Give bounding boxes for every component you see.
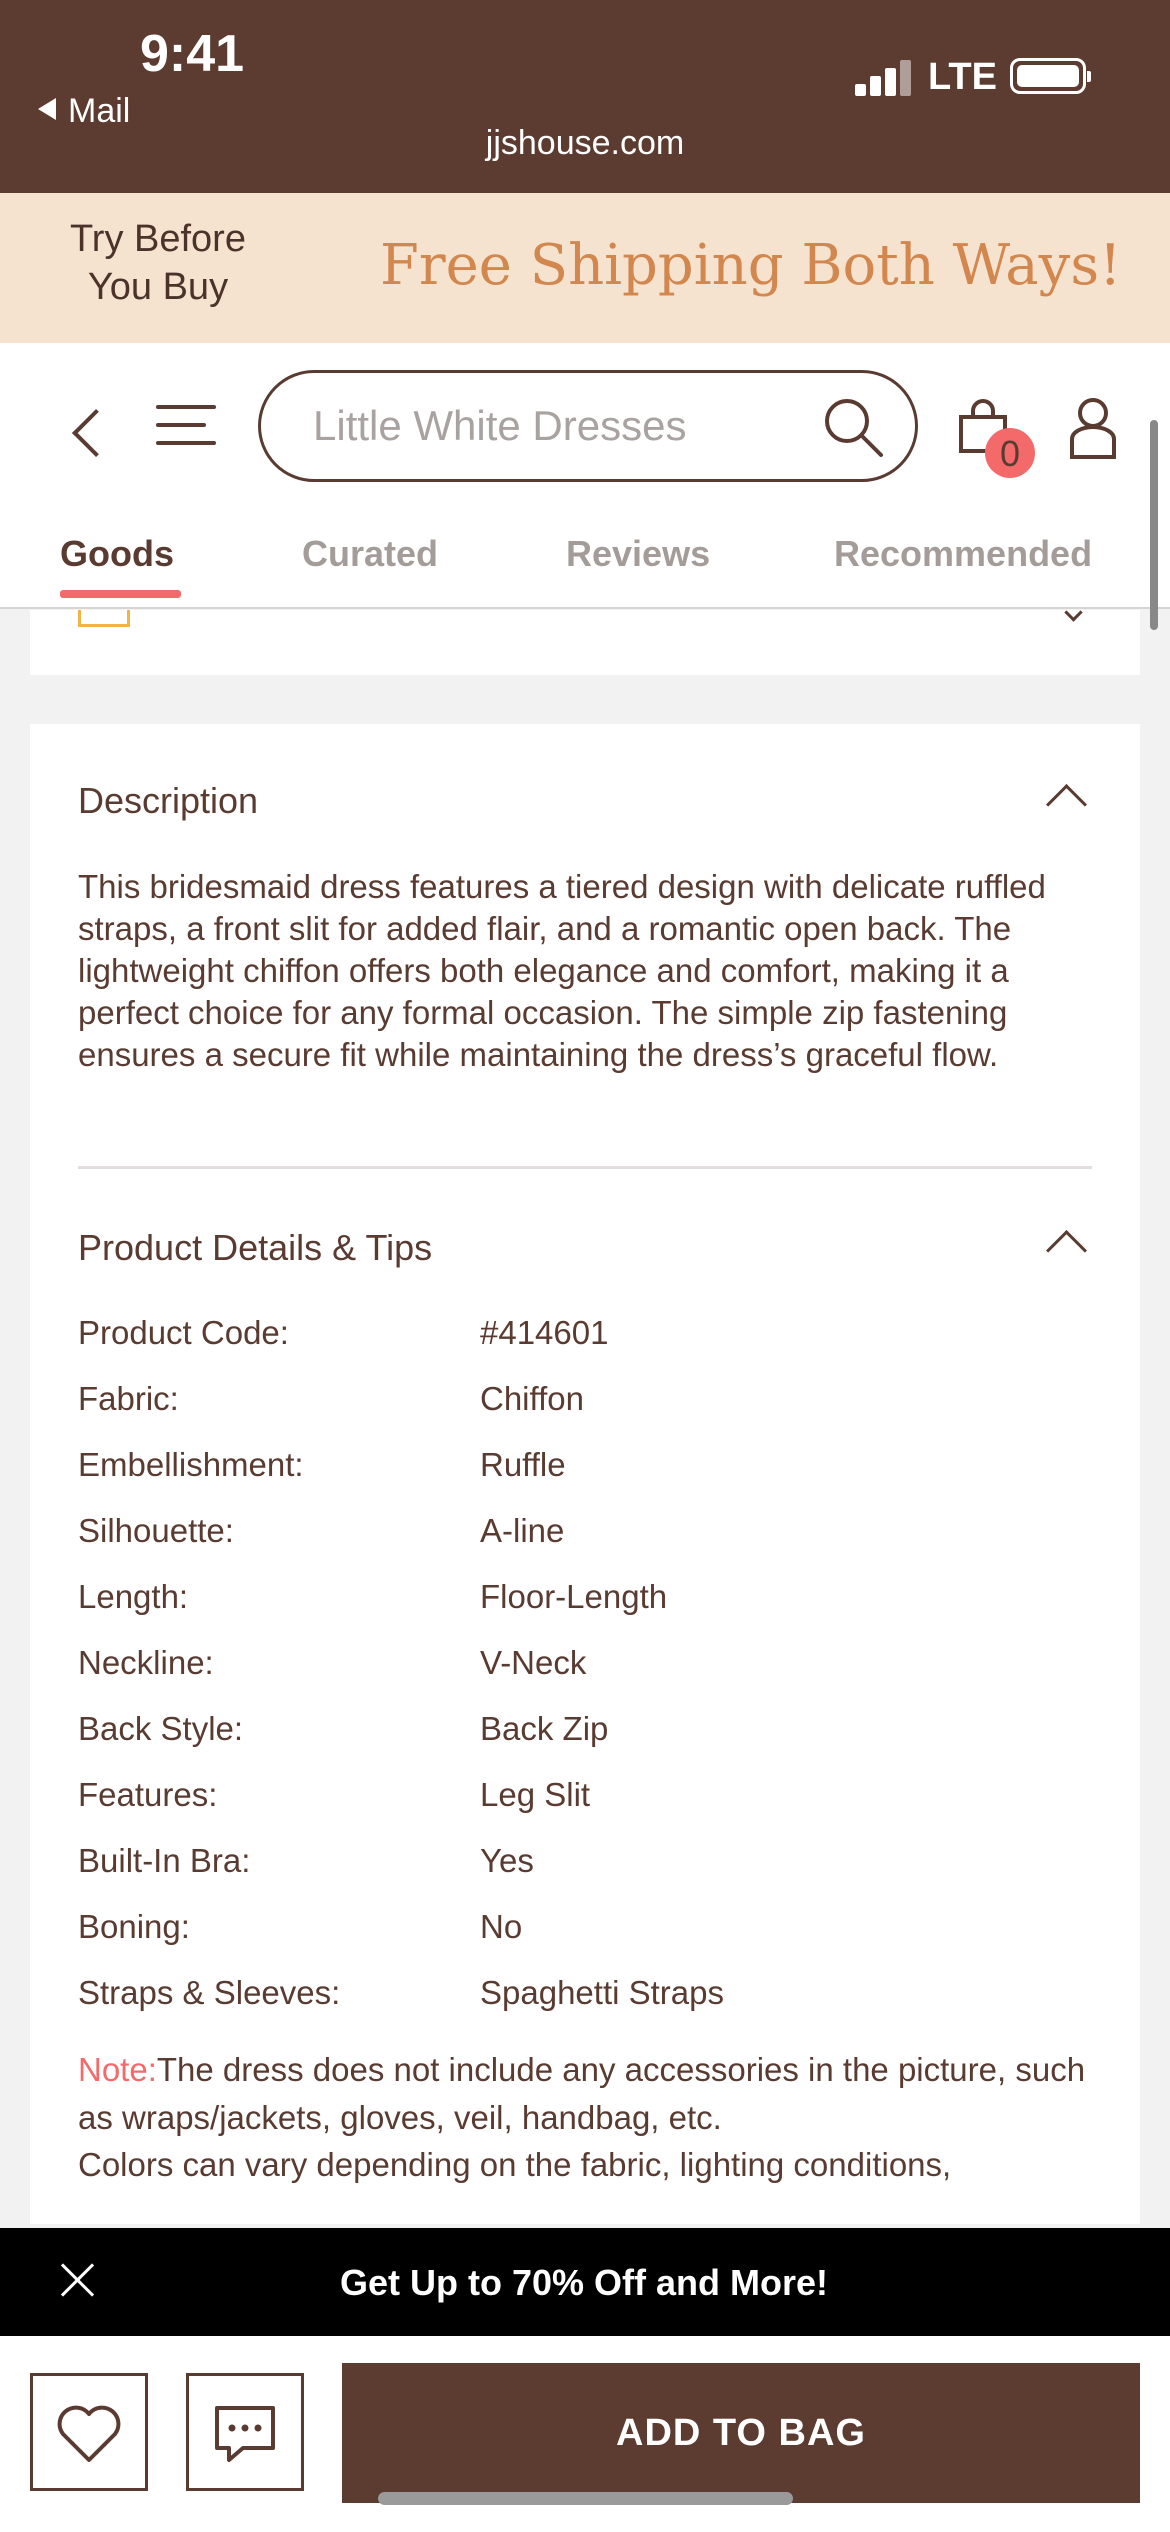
detail-key: Silhouette:	[78, 1512, 234, 1549]
return-policy-icon	[78, 610, 130, 627]
chat-button[interactable]	[186, 2373, 304, 2491]
description-title[interactable]: Description	[78, 780, 258, 822]
return-policy-row[interactable]	[30, 603, 1140, 675]
add-to-bag-button[interactable]: ADD TO BAG	[342, 2363, 1140, 2503]
tab-goods[interactable]: Goods	[60, 533, 174, 575]
detail-key: Features:	[78, 1776, 218, 1813]
chat-icon	[215, 2406, 275, 2462]
detail-value: #414601	[480, 1314, 609, 1351]
section-divider	[78, 1166, 1092, 1169]
detail-value: No	[480, 1908, 523, 1945]
search-input[interactable]	[311, 395, 795, 457]
product-tabs: Goods Curated Reviews Recommended	[0, 533, 1170, 608]
detail-value: Chiffon	[480, 1380, 584, 1417]
product-details-title[interactable]: Product Details & Tips	[78, 1227, 432, 1269]
detail-key: Fabric:	[78, 1380, 179, 1417]
chevron-up-icon[interactable]	[1045, 1229, 1088, 1272]
browser-status-bar: 9:41 Mail LTE jjshouse.com	[0, 0, 1170, 193]
free-shipping-label: Free Shipping Both Ways!	[380, 233, 1122, 298]
heart-icon	[57, 2405, 121, 2462]
try-before-you-buy-label: Try Before You Buy	[70, 218, 246, 308]
discount-promo-text: Get Up to 70% Off and More!	[340, 2262, 829, 2303]
page-scrollbar[interactable]	[1150, 420, 1158, 630]
clock: 9:41	[140, 25, 245, 83]
tabs-divider	[0, 607, 1170, 609]
accessories-note: Note:The dress does not include any acce…	[78, 2046, 1118, 2142]
note-text: The dress does not include any accessori…	[78, 2051, 1086, 2136]
detail-value: V-Neck	[480, 1644, 587, 1681]
back-triangle-icon	[38, 98, 56, 120]
signal-icon	[855, 60, 911, 96]
tab-reviews[interactable]: Reviews	[566, 533, 710, 575]
battery-icon	[1010, 58, 1091, 94]
description-text: This bridesmaid dress features a tiered …	[78, 868, 1046, 1073]
cart-count-badge: 0	[985, 428, 1035, 478]
detail-value: Yes	[480, 1842, 534, 1879]
search-icon[interactable]	[821, 395, 885, 459]
address-bar[interactable]: jjshouse.com	[0, 124, 1170, 163]
colors-disclaimer: Colors can vary depending on the fabric,…	[78, 2146, 952, 2183]
detail-value: Floor-Length	[480, 1578, 668, 1615]
detail-value: Spaghetti Straps	[480, 1974, 724, 2011]
user-account-icon[interactable]	[1068, 395, 1118, 459]
home-indicator[interactable]	[378, 2492, 793, 2505]
detail-key: Length:	[78, 1578, 189, 1615]
note-label: Note:	[78, 2051, 157, 2088]
close-icon[interactable]	[58, 2260, 98, 2300]
chevron-up-icon[interactable]	[1045, 783, 1088, 826]
menu-icon[interactable]	[156, 405, 216, 445]
wishlist-button[interactable]	[30, 2373, 148, 2491]
detail-key: Back Style:	[78, 1710, 244, 1747]
detail-value: Leg Slit	[480, 1776, 591, 1813]
search-bar[interactable]	[258, 370, 918, 482]
top-navigation: 0 Goods Curated Reviews Recommended	[0, 343, 1170, 609]
discount-promo-bar[interactable]: Get Up to 70% Off and More!	[0, 2228, 1170, 2336]
detail-key: Built-In Bra:	[78, 1842, 251, 1879]
detail-key: Straps & Sleeves:	[78, 1974, 341, 2011]
detail-key: Product Code:	[78, 1314, 289, 1351]
tab-recommended[interactable]: Recommended	[834, 533, 1092, 575]
detail-value: Back Zip	[480, 1710, 609, 1747]
detail-value: A-line	[480, 1512, 565, 1549]
product-info-card: Description This bridesmaid dress featur…	[30, 724, 1140, 2224]
promo-banner[interactable]: Try Before You Buy Free Shipping Both Wa…	[0, 193, 1170, 343]
active-tab-indicator	[60, 590, 181, 598]
tab-curated[interactable]: Curated	[302, 533, 438, 575]
back-arrow-icon[interactable]	[62, 399, 102, 439]
network-type: LTE	[928, 56, 997, 98]
detail-key: Embellishment:	[78, 1446, 304, 1483]
detail-key: Neckline:	[78, 1644, 214, 1681]
detail-value: Ruffle	[480, 1446, 566, 1483]
detail-key: Boning:	[78, 1908, 190, 1945]
